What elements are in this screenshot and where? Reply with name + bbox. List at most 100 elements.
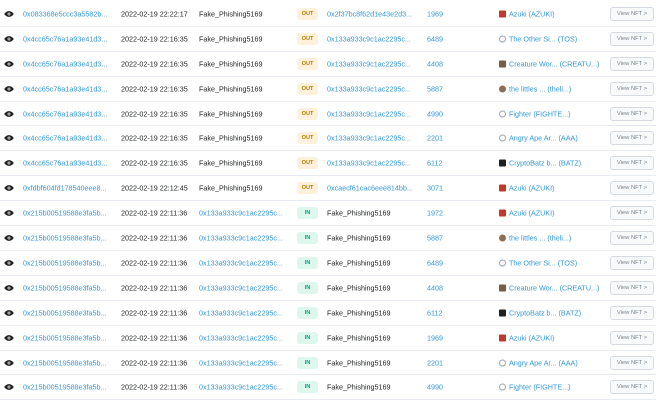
token-link[interactable]: the littles ... (theli...) bbox=[499, 234, 599, 243]
eye-icon[interactable] bbox=[4, 160, 14, 167]
token-link[interactable]: The Other Si... (TOS) bbox=[499, 258, 599, 267]
txn-hash-link[interactable]: 0xfdbf604fd178540eee8... bbox=[23, 184, 107, 193]
token-id-link[interactable]: 2201 bbox=[427, 134, 457, 143]
token-id-link[interactable]: 4408 bbox=[427, 283, 457, 292]
token-id-link[interactable]: 4990 bbox=[427, 109, 457, 118]
table-row: 0x083368e5ccc3a5582b... 2022-02-19 22:22:… bbox=[0, 2, 656, 27]
token-id-link[interactable]: 5887 bbox=[427, 84, 457, 93]
token-id-link[interactable]: 2201 bbox=[427, 358, 457, 367]
token-id-link[interactable]: 1972 bbox=[427, 209, 457, 218]
eye-icon[interactable] bbox=[4, 334, 14, 341]
txn-hash-link[interactable]: 0x4cc65c76a1a93e41d3... bbox=[23, 134, 107, 143]
eye-icon[interactable] bbox=[4, 60, 14, 67]
token-id-link[interactable]: 6112 bbox=[427, 308, 457, 317]
token-id-link[interactable]: 6489 bbox=[427, 258, 457, 267]
from-address[interactable]: 0x133a933c9c1ac2295c... bbox=[199, 308, 283, 317]
view-nft-button[interactable]: View NFT > bbox=[610, 181, 654, 196]
to-address[interactable]: 0xcaecf61cac6eee814bb... bbox=[327, 184, 413, 193]
eye-icon[interactable] bbox=[4, 185, 14, 192]
txn-hash-link[interactable]: 0x215b00519588e3fa5b... bbox=[23, 308, 107, 317]
from-address[interactable]: 0x133a933c9c1ac2295c... bbox=[199, 209, 283, 218]
view-nft-button[interactable]: View NFT > bbox=[610, 355, 654, 370]
view-nft-button[interactable]: View NFT > bbox=[610, 156, 654, 171]
view-nft-button[interactable]: View NFT > bbox=[610, 106, 654, 121]
to-address[interactable]: 0x133a933c9c1ac2295c... bbox=[327, 109, 413, 118]
from-address[interactable]: 0x133a933c9c1ac2295c... bbox=[199, 258, 283, 267]
from-address[interactable]: 0x133a933c9c1ac2295c... bbox=[199, 358, 283, 367]
txn-hash-link[interactable]: 0x215b00519588e3fa5b... bbox=[23, 358, 107, 367]
txn-hash-link[interactable]: 0x215b00519588e3fa5b... bbox=[23, 209, 107, 218]
txn-hash-link[interactable]: 0x215b00519588e3fa5b... bbox=[23, 383, 107, 392]
eye-icon[interactable] bbox=[4, 235, 14, 242]
from-address[interactable]: 0x133a933c9c1ac2295c... bbox=[199, 283, 283, 292]
view-nft-button[interactable]: View NFT > bbox=[610, 131, 654, 146]
token-id-link[interactable]: 1969 bbox=[427, 333, 457, 342]
view-nft-button[interactable]: View NFT > bbox=[610, 206, 654, 221]
token-id-link[interactable]: 6489 bbox=[427, 34, 457, 43]
table-row: 0x215b00519588e3fa5b... 2022-02-19 22:11:… bbox=[0, 201, 656, 227]
view-nft-button[interactable]: View NFT > bbox=[610, 56, 654, 71]
txn-hash-link[interactable]: 0x083368e5ccc3a5582b... bbox=[23, 9, 107, 18]
txn-hash-link[interactable]: 0x4cc65c76a1a93e41d3... bbox=[23, 109, 107, 118]
view-nft-button[interactable]: View NFT > bbox=[610, 330, 654, 345]
eye-icon[interactable] bbox=[4, 85, 14, 92]
token-id-link[interactable]: 4990 bbox=[427, 383, 457, 392]
eye-icon[interactable] bbox=[4, 259, 14, 266]
eye-icon[interactable] bbox=[4, 110, 14, 117]
token-link[interactable]: Creature Wor... (CREATU...) bbox=[499, 59, 599, 68]
view-nft-button[interactable]: View NFT > bbox=[610, 280, 654, 295]
token-link[interactable]: Creature Wor... (CREATU...) bbox=[499, 283, 599, 292]
txn-hash-link[interactable]: 0x215b00519588e3fa5b... bbox=[23, 234, 107, 243]
to-address[interactable]: 0x133a933c9c1ac2295c... bbox=[327, 34, 413, 43]
token-link[interactable]: Fighter (FIGHTE...) bbox=[499, 109, 599, 118]
token-link[interactable]: The Other Si... (TOS) bbox=[499, 34, 599, 43]
token-link[interactable]: Angry Ape Ar... (AAA) bbox=[499, 134, 599, 143]
eye-icon[interactable] bbox=[4, 210, 14, 217]
to-address[interactable]: 0x133a933c9c1ac2295c... bbox=[327, 159, 413, 168]
view-nft-button[interactable]: View NFT > bbox=[610, 31, 654, 46]
eye-icon[interactable] bbox=[4, 284, 14, 291]
view-nft-button[interactable]: View NFT > bbox=[610, 305, 654, 320]
eye-icon[interactable] bbox=[4, 135, 14, 142]
eye-icon[interactable] bbox=[4, 35, 14, 42]
token-id-link[interactable]: 3071 bbox=[427, 184, 457, 193]
token-link[interactable]: Azuki (AZUKI) bbox=[499, 209, 599, 218]
eye-icon[interactable] bbox=[4, 309, 14, 316]
to-address[interactable]: 0x133a933c9c1ac2295c... bbox=[327, 59, 413, 68]
txn-hash-link[interactable]: 0x4cc65c76a1a93e41d3... bbox=[23, 34, 107, 43]
token-link[interactable]: Fighter (FIGHTE...) bbox=[499, 383, 599, 392]
txn-hash-link[interactable]: 0x4cc65c76a1a93e41d3... bbox=[23, 159, 107, 168]
view-nft-button[interactable]: View NFT > bbox=[610, 6, 654, 21]
eye-icon[interactable] bbox=[4, 359, 14, 366]
eye-icon[interactable] bbox=[4, 10, 14, 17]
token-id-link[interactable]: 5887 bbox=[427, 234, 457, 243]
direction-badge: IN bbox=[297, 381, 318, 394]
view-nft-button[interactable]: View NFT > bbox=[610, 255, 654, 270]
to-address[interactable]: 0x2f37bc8f62d1e43e2d3... bbox=[327, 9, 413, 18]
txn-hash-link[interactable]: 0x4cc65c76a1a93e41d3... bbox=[23, 59, 107, 68]
from-address[interactable]: 0x133a933c9c1ac2295c... bbox=[199, 234, 283, 243]
view-nft-button[interactable]: View NFT > bbox=[610, 380, 654, 395]
token-link[interactable]: Azuki (AZUKI) bbox=[499, 9, 599, 18]
to-address[interactable]: 0x133a933c9c1ac2295c... bbox=[327, 134, 413, 143]
eye-icon[interactable] bbox=[4, 384, 14, 391]
token-id-link[interactable]: 4408 bbox=[427, 59, 457, 68]
from-address[interactable]: 0x133a933c9c1ac2295c... bbox=[199, 383, 283, 392]
view-nft-button[interactable]: View NFT > bbox=[610, 231, 654, 246]
token-link[interactable]: Azuki (AZUKI) bbox=[499, 184, 599, 193]
token-id-link[interactable]: 6112 bbox=[427, 159, 457, 168]
to-address[interactable]: 0x133a933c9c1ac2295c... bbox=[327, 84, 413, 93]
txn-hash-link[interactable]: 0x215b00519588e3fa5b... bbox=[23, 258, 107, 267]
token-id-link[interactable]: 1969 bbox=[427, 9, 457, 18]
txn-hash-link[interactable]: 0x4cc65c76a1a93e41d3... bbox=[23, 84, 107, 93]
txn-hash-link[interactable]: 0x215b00519588e3fa5b... bbox=[23, 283, 107, 292]
token-link[interactable]: CryptoBatz b... (BATZ) bbox=[499, 308, 599, 317]
token-link[interactable]: Angry Ape Ar... (AAA) bbox=[499, 358, 599, 367]
token-link[interactable]: CryptoBatz b... (BATZ) bbox=[499, 159, 599, 168]
view-nft-button[interactable]: View NFT > bbox=[610, 81, 654, 96]
azuki-token-icon bbox=[499, 334, 506, 342]
token-link[interactable]: Azuki (AZUKI) bbox=[499, 333, 599, 342]
txn-hash-link[interactable]: 0x215b00519588e3fa5b... bbox=[23, 333, 107, 342]
from-address[interactable]: 0x133a933c9c1ac2295c... bbox=[199, 333, 283, 342]
token-link[interactable]: the littles ... (theli...) bbox=[499, 84, 599, 93]
